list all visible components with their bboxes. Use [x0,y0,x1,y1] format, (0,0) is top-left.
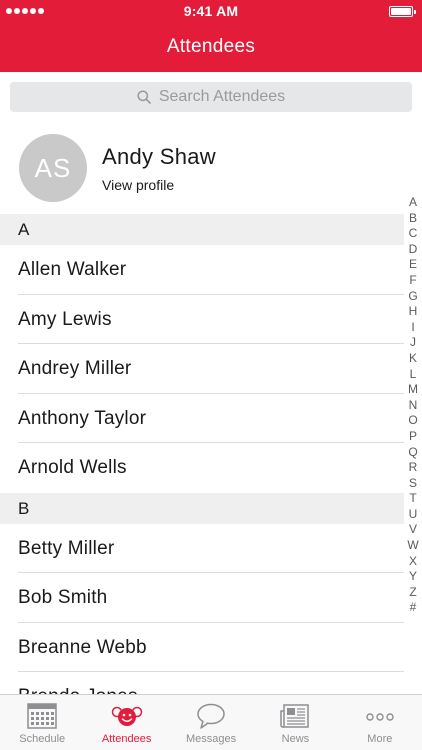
attendee-row[interactable]: Betty Miller [0,524,404,574]
search-input[interactable]: Search Attendees [10,82,412,112]
index-letter[interactable]: B [409,211,417,227]
index-letter[interactable]: F [409,273,416,289]
calendar-icon [26,702,58,730]
section-header-b: B [0,492,404,524]
page-title: Attendees [166,36,256,57]
tab-more[interactable]: More [338,695,422,750]
newspaper-icon [279,702,311,730]
index-letter[interactable]: T [409,491,416,507]
attendee-row[interactable]: Anthony Taylor [0,394,404,444]
profile-name: Andy Shaw [102,144,216,169]
index-letter[interactable]: E [409,257,417,273]
index-letter[interactable]: K [409,351,417,367]
index-letter[interactable]: Y [409,569,417,585]
index-letter[interactable]: W [407,538,418,554]
search-placeholder: Search Attendees [158,88,286,105]
attendee-row[interactable]: Allen Walker [0,245,404,295]
index-letter[interactable]: O [408,413,417,429]
tab-attendees[interactable]: Attendees [84,695,168,750]
index-letter[interactable]: J [410,335,416,351]
attendee-row[interactable]: Bob Smith [0,573,404,623]
alphabet-index[interactable]: A B C D E F G H I J K L M N O P Q R S T … [404,195,422,615]
search-container: Search Attendees [0,72,422,122]
index-letter[interactable]: L [410,367,417,383]
attendee-row[interactable]: Arnold Wells [0,443,404,493]
attendees-icon [111,702,143,730]
index-letter[interactable]: R [409,460,418,476]
index-letter[interactable]: P [409,429,417,445]
view-profile-link[interactable]: View profile [102,177,174,193]
tab-news[interactable]: News [253,695,337,750]
tab-label: News [281,733,310,745]
search-icon [137,90,151,104]
index-letter[interactable]: Q [408,445,417,461]
attendee-row[interactable]: Amy Lewis [0,295,404,345]
attendee-row[interactable]: Breanne Webb [0,623,404,673]
index-letter[interactable]: V [409,522,417,538]
index-letter[interactable]: A [409,195,417,211]
index-letter[interactable]: H [409,304,418,320]
tab-label: More [367,733,393,745]
status-time: 9:41 AM [183,3,239,19]
nav-header: 9:41 AM Attendees [0,0,422,72]
my-profile-card[interactable]: AS Andy Shaw View profile [0,124,404,214]
avatar: AS [19,134,87,202]
tab-label: Messages [185,733,237,745]
index-letter[interactable]: S [409,476,417,492]
tab-bar: Schedule Attendees Messages News More [0,694,422,750]
status-bar: 9:41 AM [0,0,422,24]
tab-schedule[interactable]: Schedule [0,695,84,750]
index-letter[interactable]: C [409,226,418,242]
index-letter[interactable]: # [410,600,417,616]
index-letter[interactable]: Z [409,585,416,601]
more-dots-icon [364,702,396,730]
chat-bubble-icon [195,702,227,730]
index-letter[interactable]: N [409,398,418,414]
attendee-list[interactable]: A Allen Walker Amy Lewis Andrey Miller A… [0,214,404,694]
tab-messages[interactable]: Messages [169,695,253,750]
tab-label: Schedule [19,733,66,745]
index-letter[interactable]: I [411,320,414,336]
index-letter[interactable]: U [409,507,418,523]
index-letter[interactable]: G [408,289,417,305]
attendee-row[interactable]: Brenda Jones [0,672,404,694]
index-letter[interactable]: M [408,382,418,398]
battery-icon [389,6,416,17]
attendee-row[interactable]: Andrey Miller [0,344,404,394]
index-letter[interactable]: D [409,242,418,258]
section-header-a: A [0,214,404,245]
tab-label: Attendees [101,733,152,745]
index-letter[interactable]: X [409,554,417,570]
